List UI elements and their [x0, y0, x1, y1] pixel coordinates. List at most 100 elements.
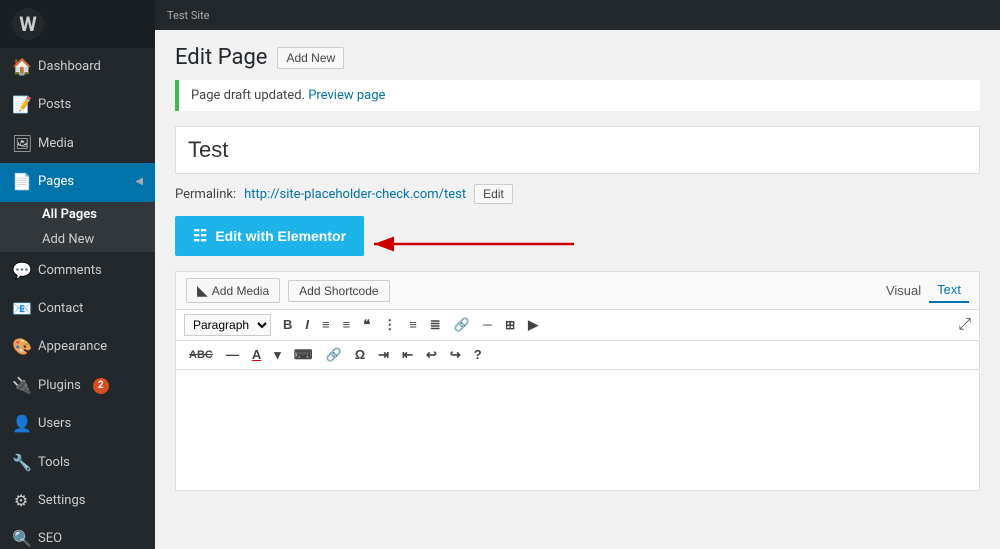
ordered-list-button[interactable]: ≡	[338, 314, 356, 336]
align-left-button[interactable]: ⋮	[378, 314, 401, 336]
permalink-edit-button[interactable]: Edit	[474, 184, 513, 204]
unordered-list-button[interactable]: ≡	[317, 314, 335, 336]
sidebar-item-appearance[interactable]: 🎨 Appearance	[0, 328, 155, 366]
elementor-btn-container: ☷ Edit with Elementor	[175, 216, 364, 271]
notice-text: Page draft updated.	[191, 88, 305, 103]
plugins-icon: 🔌	[12, 375, 30, 397]
text-color-picker[interactable]: ▾	[269, 344, 286, 366]
sidebar-item-tools[interactable]: 🔧 Tools	[0, 444, 155, 482]
sidebar-item-label: Pages	[38, 173, 74, 191]
sidebar-item-seo[interactable]: 🔍 SEO	[0, 520, 155, 549]
em-dash-button[interactable]: —	[221, 344, 244, 366]
italic-button[interactable]: I	[300, 314, 314, 336]
sidebar-item-label: Posts	[38, 96, 71, 114]
page-header: Edit Page Add New	[175, 45, 980, 70]
page-title-input[interactable]	[175, 126, 980, 174]
posts-icon: 📝	[12, 94, 30, 116]
pages-arrow: ◀	[135, 175, 143, 189]
sub-add-new[interactable]: Add New	[30, 227, 155, 252]
special-char-button[interactable]: Ω	[350, 344, 370, 366]
wordpress-logo: W	[12, 8, 44, 40]
paste-from-word-button[interactable]: ⌨	[289, 344, 318, 366]
sidebar-item-contact[interactable]: 📧 Contact	[0, 290, 155, 328]
add-media-label: Add Media	[212, 284, 269, 298]
add-new-button[interactable]: Add New	[277, 47, 344, 69]
embed-button[interactable]: ▶	[523, 314, 543, 336]
sidebar-item-label: Dashboard	[38, 58, 101, 76]
permalink-row: Permalink: http://site-placeholder-check…	[175, 184, 980, 204]
contact-icon: 📧	[12, 298, 30, 320]
sidebar-item-dashboard[interactable]: 🏠 Dashboard	[0, 48, 155, 86]
blockquote-button[interactable]: ❝	[358, 314, 375, 336]
update-notice: Page draft updated. Preview page	[175, 80, 980, 111]
elementor-icon: ☷	[193, 226, 207, 246]
editor-toolbar-row2: ABC — A ▾ ⌨ 🔗 Ω ⇥ ⇤ ↩ ↪ ?	[176, 341, 979, 370]
indent-button[interactable]: ⇥	[373, 344, 394, 366]
sidebar-item-plugins[interactable]: 🔌 Plugins 2	[0, 367, 155, 405]
elementor-btn-label: Edit with Elementor	[215, 228, 346, 244]
editor-tabs: Visual Text	[878, 278, 969, 303]
sidebar-item-settings[interactable]: ⚙ Settings	[0, 482, 155, 520]
sidebar-item-label: Settings	[38, 492, 85, 510]
media-icon: 🖼	[12, 133, 30, 155]
wp-editor: ◣ Add Media Add Shortcode Visual Text Pa…	[175, 271, 980, 491]
comments-icon: 💬	[12, 260, 30, 282]
editor-topbar-left: ◣ Add Media Add Shortcode	[186, 278, 390, 303]
sidebar-item-users[interactable]: 👤 Users	[0, 405, 155, 443]
link-button[interactable]: 🔗	[449, 314, 475, 336]
content-area: Edit Page Add New Page draft updated. Pr…	[155, 30, 1000, 549]
page-title: Edit Page	[175, 45, 267, 70]
redo-button[interactable]: ↪	[445, 344, 466, 366]
sidebar-item-posts[interactable]: 📝 Posts	[0, 86, 155, 124]
visual-tab[interactable]: Visual	[878, 279, 929, 302]
plugins-badge: 2	[93, 378, 109, 394]
sub-all-pages[interactable]: All Pages	[30, 202, 155, 227]
undo-button[interactable]: ↩	[421, 344, 442, 366]
sidebar-item-label: Media	[38, 135, 74, 153]
admin-topbar: Test Site	[155, 0, 1000, 30]
table-button[interactable]: ⊞	[500, 315, 520, 336]
sidebar: W 🏠 Dashboard 📝 Posts 🖼 Media 📄 Pages ◀ …	[0, 0, 155, 549]
expand-button[interactable]: ⤢	[958, 316, 971, 334]
sidebar-item-pages[interactable]: 📄 Pages ◀	[0, 163, 155, 201]
pages-submenu: All Pages Add New	[0, 202, 155, 252]
text-color-button[interactable]: A	[247, 344, 266, 366]
permalink-url: http://site-placeholder-check.com/test	[244, 187, 466, 202]
red-arrow-annotation	[364, 224, 584, 264]
text-tab[interactable]: Text	[929, 278, 969, 303]
pages-icon: 📄	[12, 171, 30, 193]
sidebar-item-comments[interactable]: 💬 Comments	[0, 252, 155, 290]
sidebar-item-label: Contact	[38, 300, 83, 318]
sidebar-item-media[interactable]: 🖼 Media	[0, 125, 155, 163]
horizontal-rule-button[interactable]: ─	[478, 314, 497, 336]
settings-icon: ⚙	[12, 490, 30, 512]
wp-logo-area: W	[0, 0, 155, 48]
editor-body[interactable]	[176, 370, 979, 490]
topbar-site[interactable]: Test Site	[167, 9, 210, 22]
sidebar-item-label: Users	[38, 415, 71, 433]
appearance-icon: 🎨	[12, 336, 30, 358]
bold-button[interactable]: B	[278, 314, 297, 336]
strikethrough-button[interactable]: ABC	[184, 346, 218, 365]
align-center-button[interactable]: ≡	[404, 314, 422, 336]
dashboard-icon: 🏠	[12, 56, 30, 78]
sidebar-item-label: Tools	[38, 454, 70, 472]
users-icon: 👤	[12, 413, 30, 435]
format-select[interactable]: Paragraph	[184, 314, 271, 336]
align-right-button[interactable]: ≣	[425, 314, 446, 336]
sidebar-item-label: Plugins	[38, 377, 81, 395]
permalink-label: Permalink:	[175, 187, 236, 202]
main-content: Test Site Edit Page Add New Page draft u…	[155, 0, 1000, 549]
add-media-button[interactable]: ◣ Add Media	[186, 278, 280, 303]
add-shortcode-button[interactable]: Add Shortcode	[288, 280, 389, 302]
edit-with-elementor-button[interactable]: ☷ Edit with Elementor	[175, 216, 364, 256]
tools-icon: 🔧	[12, 452, 30, 474]
sidebar-item-label: SEO	[38, 530, 62, 548]
add-media-icon: ◣	[197, 282, 208, 299]
help-button[interactable]: ?	[469, 344, 487, 366]
insert-link-button[interactable]: 🔗	[321, 344, 347, 366]
outdent-button[interactable]: ⇤	[397, 344, 418, 366]
preview-page-link[interactable]: Preview page	[308, 88, 385, 103]
seo-icon: 🔍	[12, 528, 30, 549]
sidebar-item-label: Comments	[38, 262, 102, 280]
